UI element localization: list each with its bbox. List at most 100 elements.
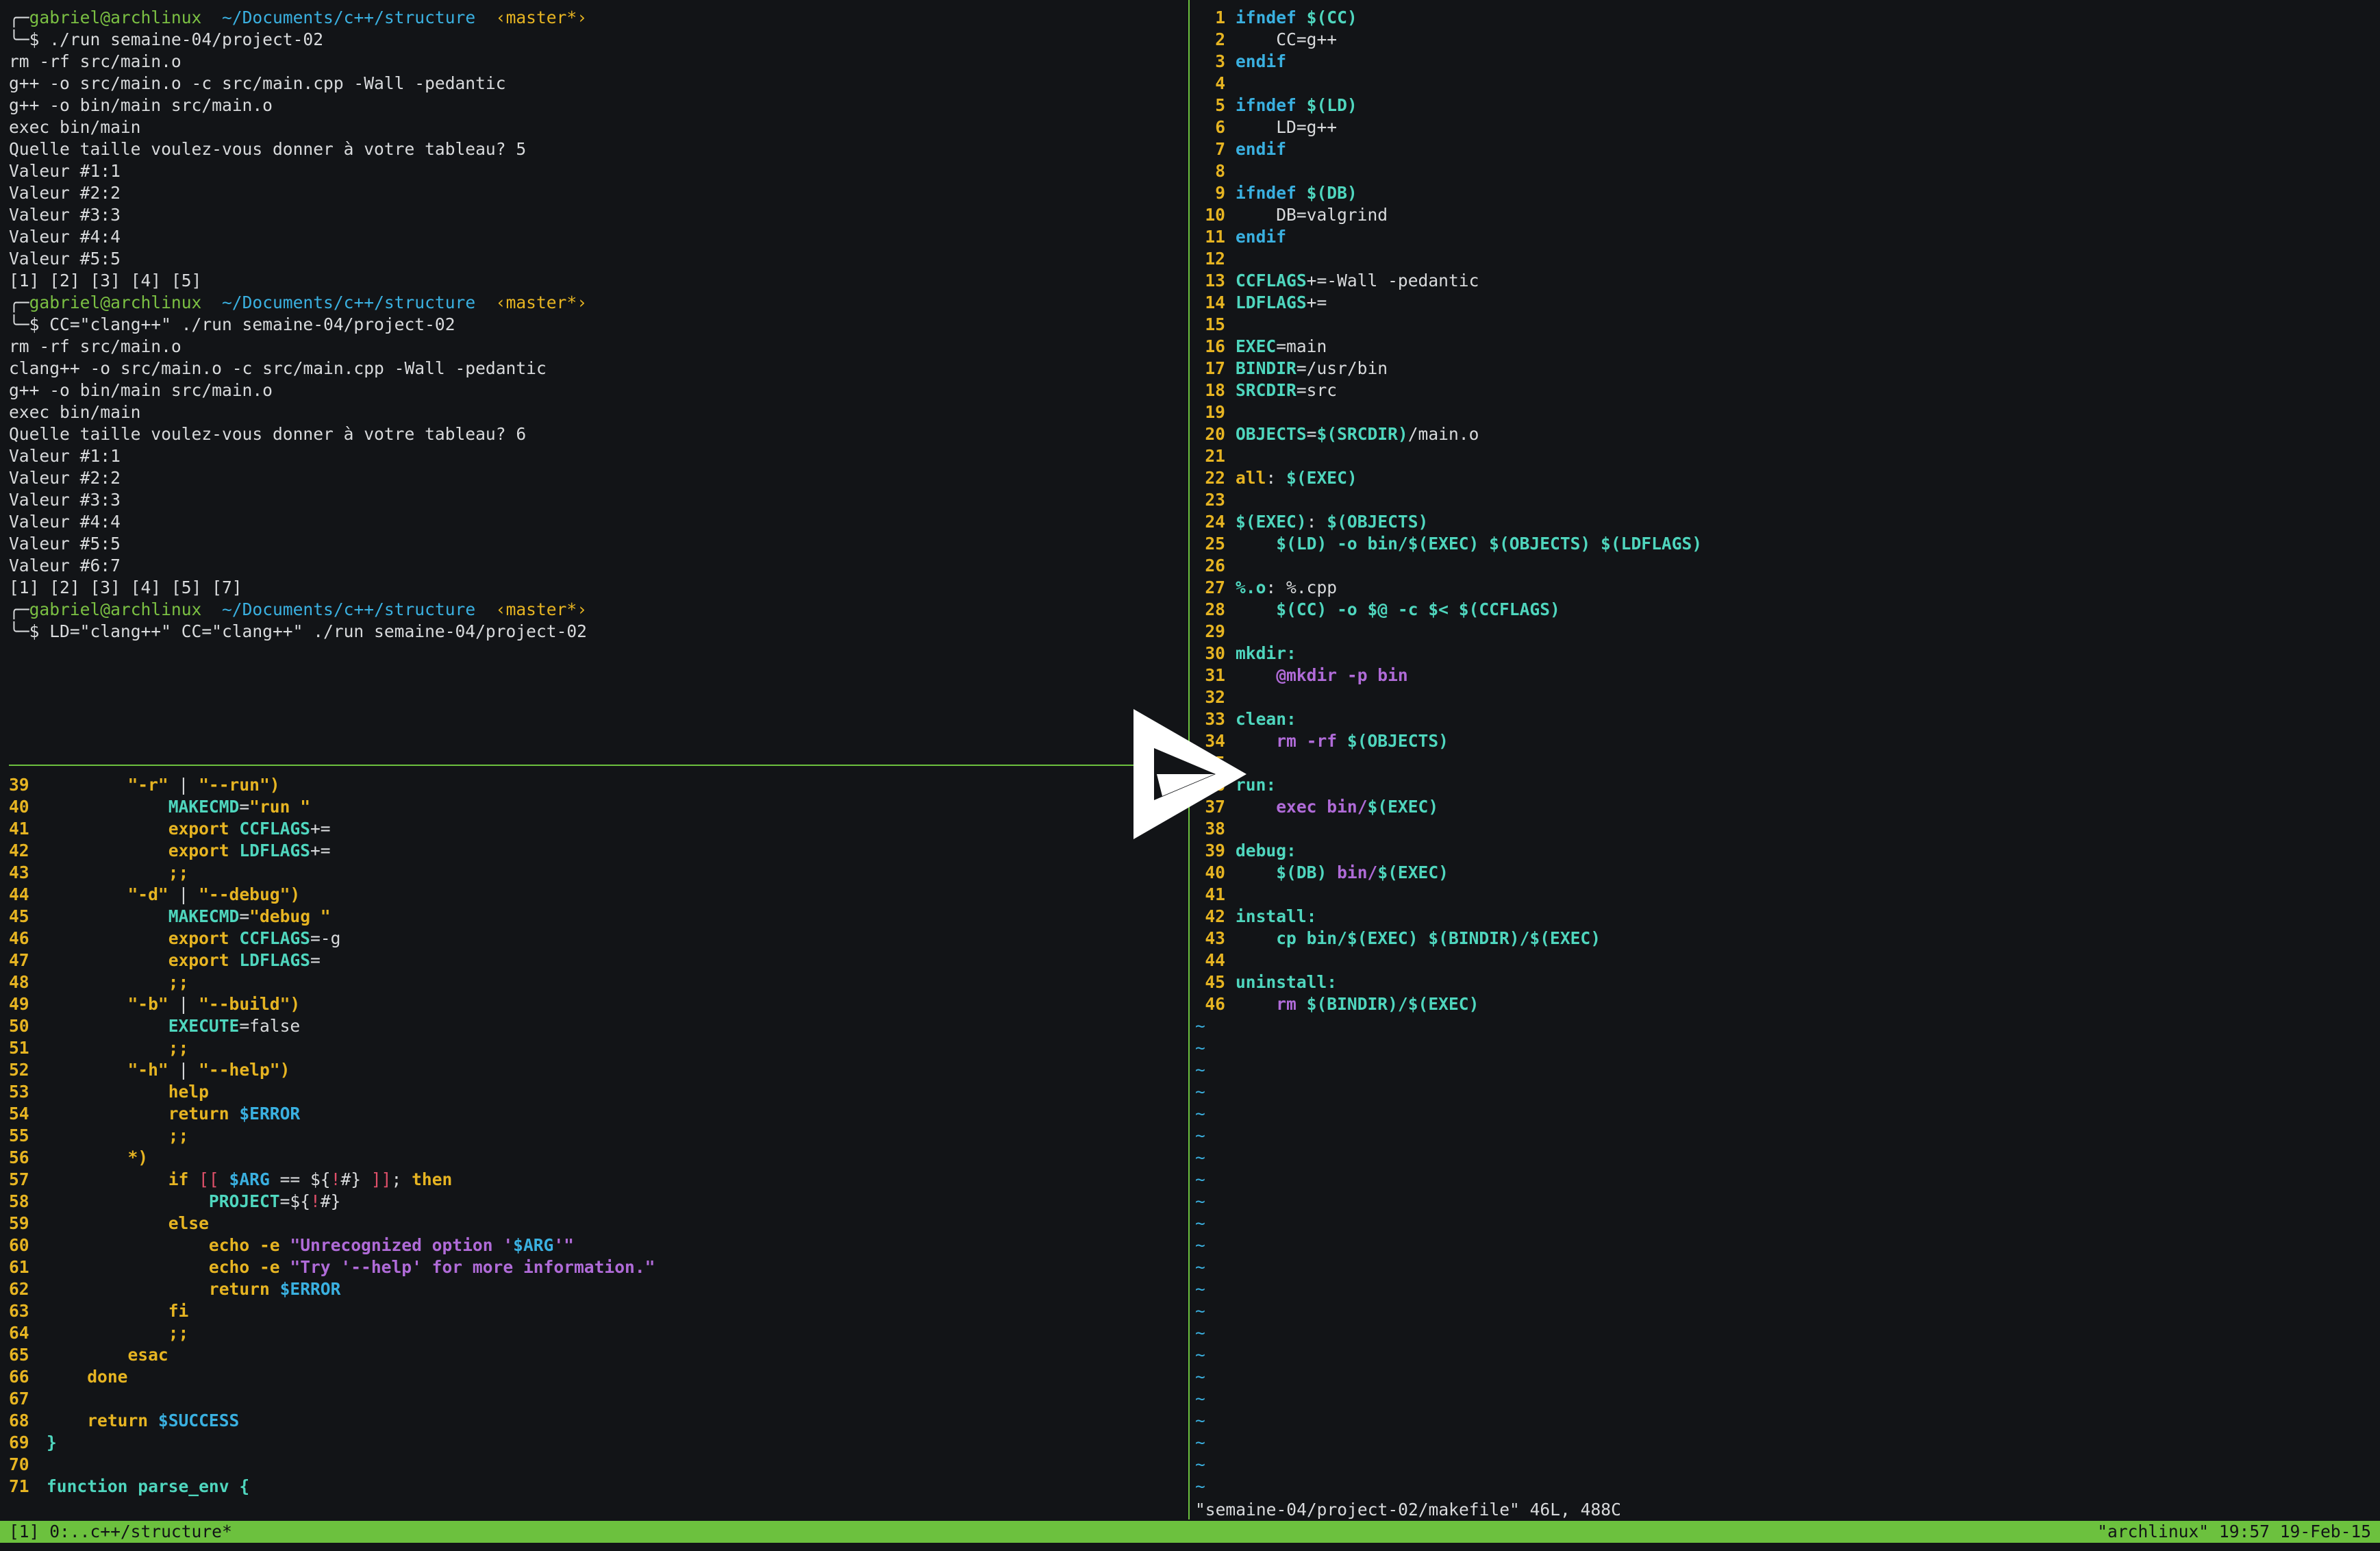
code-line[interactable]: 23 xyxy=(1191,489,1236,511)
code-line[interactable]: 52 "-h" | "--help") xyxy=(9,1059,290,1081)
code-line[interactable]: 13 CCFLAGS+=-Wall -pedantic xyxy=(1191,270,1479,292)
prompt-frame: ╰─$ xyxy=(9,29,50,49)
code-line[interactable]: 44 "-d" | "--debug") xyxy=(9,884,300,906)
prompt-user: gabriel@archlinux xyxy=(29,293,202,312)
code-line[interactable]: 14 LDFLAGS+= xyxy=(1191,292,1327,314)
code-line[interactable]: 47 export LDFLAGS= xyxy=(9,950,321,971)
code-line[interactable]: 67 xyxy=(9,1388,47,1410)
code-line[interactable]: 46 export CCFLAGS=-g xyxy=(9,928,340,950)
code-line[interactable]: 1 ifndef $(CC) xyxy=(1191,7,1357,29)
code-line[interactable]: 42 install: xyxy=(1191,906,1316,928)
code-line[interactable]: 24 $(EXEC): $(OBJECTS) xyxy=(1191,511,1428,533)
code-line[interactable]: 20 OBJECTS=$(SRCDIR)/main.o xyxy=(1191,423,1479,445)
code-token: $(SRCDIR) xyxy=(1316,424,1408,444)
line-number: 71 xyxy=(9,1476,29,1496)
code-line[interactable]: 55 ;; xyxy=(9,1125,188,1147)
code-line[interactable]: 15 xyxy=(1191,314,1236,336)
code-line[interactable]: 39 debug: xyxy=(1191,840,1296,862)
code-line[interactable]: 58 PROJECT=${!#} xyxy=(9,1191,340,1213)
code-line[interactable]: 4 xyxy=(1191,73,1236,95)
code-token: EXECUTE xyxy=(168,1016,240,1036)
code-token: $ERROR xyxy=(279,1279,341,1299)
code-line[interactable]: 43 ;; xyxy=(9,862,188,884)
terminal-output-line: Valeur #1:1 xyxy=(9,445,121,467)
code-line[interactable]: 26 xyxy=(1191,555,1236,577)
code-token: "--debug" xyxy=(199,884,290,904)
code-line[interactable]: 59 else xyxy=(9,1213,209,1234)
terminal-pane[interactable]: ╭─gabriel@archlinux ~/Documents/c++/stru… xyxy=(0,0,1187,763)
code-line[interactable]: 54 return $ERROR xyxy=(9,1103,300,1125)
code-line[interactable]: 42 export LDFLAGS+= xyxy=(9,840,331,862)
code-token: = xyxy=(1306,424,1317,444)
output-text: Valeur #2:2 xyxy=(9,468,121,488)
code-line[interactable]: 22 all: $(EXEC) xyxy=(1191,467,1357,489)
code-line[interactable]: 48 ;; xyxy=(9,971,188,993)
code-line[interactable]: 41 export CCFLAGS+= xyxy=(9,818,331,840)
code-line[interactable]: 41 xyxy=(1191,884,1236,906)
code-line[interactable]: 65 esac xyxy=(9,1344,168,1366)
code-token: $ERROR xyxy=(239,1104,301,1124)
code-line[interactable]: 39 "-r" | "--run") xyxy=(9,774,280,796)
code-line[interactable]: 50 EXECUTE=false xyxy=(9,1015,300,1037)
code-line[interactable]: 19 xyxy=(1191,401,1236,423)
code-line[interactable]: 60 echo -e "Unrecognized option '$ARG'" xyxy=(9,1234,574,1256)
code-line[interactable]: 51 ;; xyxy=(9,1037,188,1059)
code-text: ;; xyxy=(36,1322,189,1344)
script-editor-pane[interactable]: 39 "-r" | "--run") 40 MAKECMD="run " 41 ex… xyxy=(0,767,1187,1519)
empty-buffer-line: ~ xyxy=(1195,1367,1205,1387)
code-line[interactable]: 31 @mkdir -p bin xyxy=(1191,665,1407,686)
code-line[interactable]: 7 endif xyxy=(1191,138,1286,160)
code-line[interactable]: 49 "-b" | "--build") xyxy=(9,993,300,1015)
code-text: "-h" | "--help") xyxy=(36,1059,290,1081)
code-line[interactable]: 5 ifndef $(LD) xyxy=(1191,95,1357,116)
code-line[interactable]: 28 $(CC) -o $@ -c $< $(CCFLAGS) xyxy=(1191,599,1559,621)
code-line[interactable]: 61 echo -e "Try '--help' for more inform… xyxy=(9,1256,655,1278)
terminal-output-line: rm -rf src/main.o xyxy=(9,336,181,358)
code-line[interactable]: 40 MAKECMD="run " xyxy=(9,796,310,818)
code-line[interactable]: 62 return $ERROR xyxy=(9,1278,340,1300)
code-line[interactable]: 30 mkdir: xyxy=(1191,643,1296,665)
code-line[interactable]: 46 rm $(BINDIR)/$(EXEC) xyxy=(1191,993,1479,1015)
code-line[interactable]: 17 BINDIR=/usr/bin xyxy=(1191,358,1388,380)
code-line[interactable]: 66 done xyxy=(9,1366,127,1388)
code-line[interactable]: 53 help xyxy=(9,1081,209,1103)
makefile-editor-pane[interactable]: 1 ifndef $(CC) 2 CC=g++ 3 endif 4 5 ifndef $(LD… xyxy=(1191,0,2380,1498)
code-line[interactable]: 6 LD=g++ xyxy=(1191,116,1337,138)
code-line[interactable]: 64 ;; xyxy=(9,1322,188,1344)
code-line[interactable]: 44 xyxy=(1191,950,1236,971)
code-line[interactable]: 9 ifndef $(DB) xyxy=(1191,182,1357,204)
code-line[interactable]: 69} xyxy=(9,1432,57,1454)
line-number: 7 xyxy=(1215,139,1225,159)
code-line[interactable]: 16 EXEC=main xyxy=(1191,336,1327,358)
code-line[interactable]: 25 $(LD) -o bin/$(EXEC) $(OBJECTS) $(LDF… xyxy=(1191,533,1702,555)
code-token: #} xyxy=(320,1191,341,1211)
code-token: | xyxy=(168,994,199,1014)
line-number: 40 xyxy=(9,797,29,817)
code-line[interactable]: 2 CC=g++ xyxy=(1191,29,1337,51)
line-number: 1 xyxy=(1215,8,1225,27)
code-line[interactable]: 45 MAKECMD="debug " xyxy=(9,906,331,928)
code-line[interactable]: 43 cp bin/$(EXEC) $(BINDIR)/$(EXEC) xyxy=(1191,928,1601,950)
code-line[interactable]: 71 function parse_env { xyxy=(9,1476,249,1498)
code-line[interactable]: 45 uninstall: xyxy=(1191,971,1337,993)
code-line[interactable]: 57 if [[ $ARG == ${!#} ]]; then xyxy=(9,1169,452,1191)
code-token: $(EXEC) xyxy=(1367,797,1439,817)
code-line[interactable]: 70 xyxy=(9,1454,47,1476)
code-line[interactable]: 11 endif xyxy=(1191,226,1286,248)
code-line[interactable]: 40 $(DB) bin/$(EXEC) xyxy=(1191,862,1449,884)
code-line[interactable]: 68 return $SUCCESS xyxy=(9,1410,239,1432)
code-line[interactable]: 3 endif xyxy=(1191,51,1286,73)
code-line[interactable]: 29 xyxy=(1191,621,1236,643)
code-line[interactable]: 18 SRCDIR=src xyxy=(1191,380,1337,401)
code-line[interactable]: 12 xyxy=(1191,248,1236,270)
code-line[interactable]: 63 fi xyxy=(9,1300,188,1322)
tmux-window-list[interactable]: [1] 0:..c++/structure* xyxy=(9,1521,232,1543)
code-line[interactable]: 21 xyxy=(1191,445,1236,467)
code-line[interactable]: 27 %.o: %.cpp xyxy=(1191,577,1337,599)
code-line[interactable]: 56 *) xyxy=(9,1147,148,1169)
code-line[interactable]: 8 xyxy=(1191,160,1236,182)
code-line[interactable]: 10 DB=valgrind xyxy=(1191,204,1388,226)
